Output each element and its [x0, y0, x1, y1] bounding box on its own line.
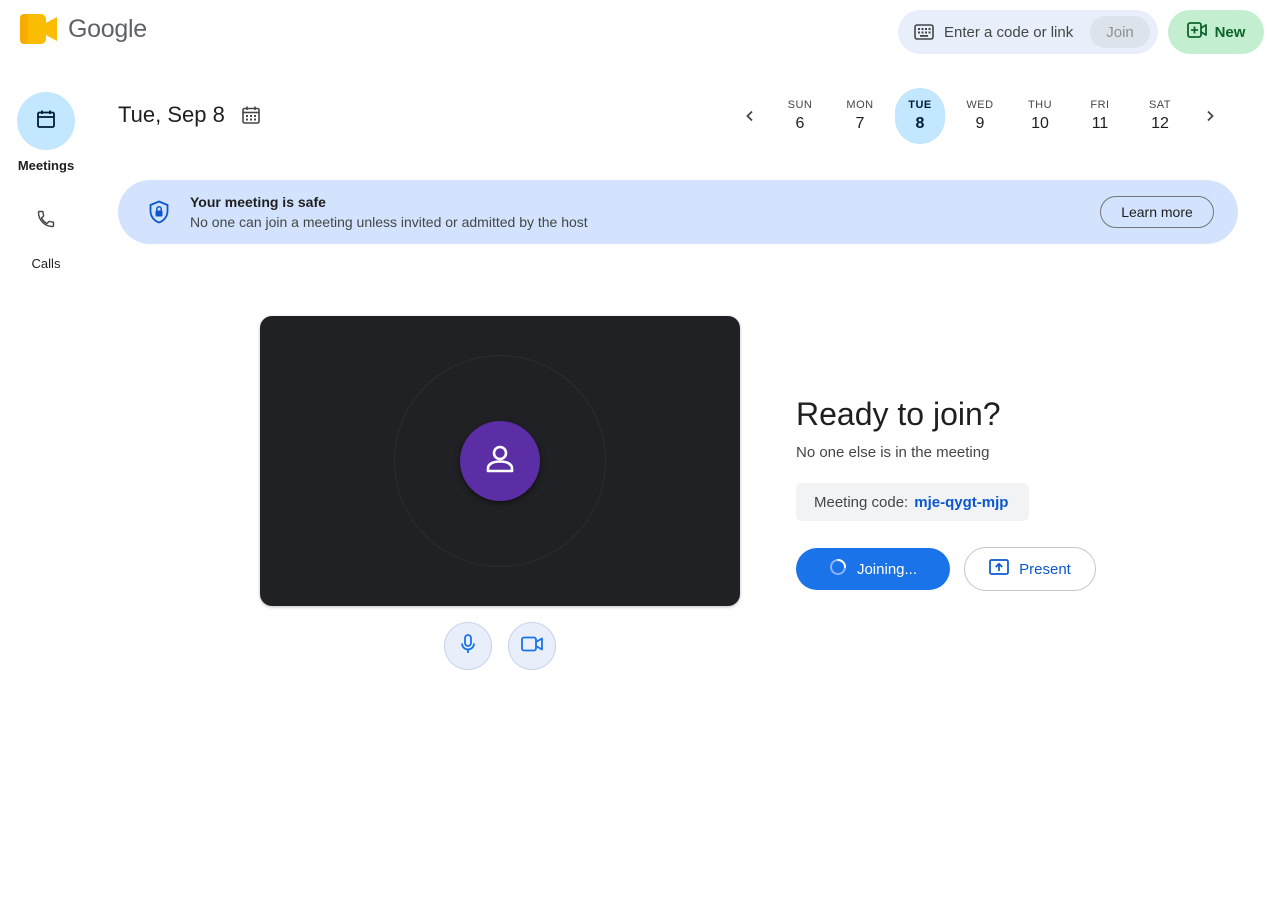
- joining-label: Joining...: [856, 560, 918, 578]
- join-button[interactable]: Join: [1090, 16, 1150, 48]
- chevron-left-icon: [746, 110, 753, 122]
- microphone-toggle-button[interactable]: [444, 622, 492, 670]
- microphone-icon: [459, 633, 477, 659]
- new-button-label: New: [1214, 23, 1246, 41]
- brand-text: Google: [68, 14, 147, 43]
- day-number: 11: [1091, 115, 1109, 132]
- day-thu[interactable]: THU 10: [1015, 88, 1065, 144]
- previous-week-button[interactable]: [730, 96, 770, 136]
- day-name: TUE: [908, 99, 932, 111]
- day-number: 7: [855, 115, 865, 132]
- phone-icon: [36, 209, 56, 234]
- rail-label-calls: Calls: [31, 256, 61, 271]
- google-meet-logo[interactable]: Google: [20, 14, 147, 44]
- video-preview: [260, 316, 740, 606]
- shield-lock-icon: [148, 200, 172, 224]
- day-name: SAT: [1148, 99, 1172, 111]
- avatar: [460, 421, 540, 501]
- keyboard-icon: [914, 22, 934, 42]
- meeting-code-value[interactable]: mje-qygt-mjp: [914, 494, 1008, 511]
- next-week-button[interactable]: [1190, 96, 1230, 136]
- day-name: THU: [1027, 99, 1053, 111]
- meeting-code-input[interactable]: [944, 23, 1084, 41]
- present-label: Present: [1019, 560, 1071, 578]
- rail-label-meetings: Meetings: [17, 158, 75, 173]
- day-sun[interactable]: SUN 6: [775, 88, 825, 144]
- day-sat[interactable]: SAT 12: [1135, 88, 1185, 144]
- day-name: FRI: [1090, 99, 1110, 111]
- current-date: Tue, Sep 8: [118, 102, 225, 127]
- rail-item-meetings[interactable]: Meetings: [0, 92, 92, 173]
- joining-button[interactable]: Joining...: [796, 548, 950, 590]
- meeting-code-label: Meeting code:: [814, 493, 909, 511]
- week-strip: SUN 6 MON 7 TUE 8 WED 9 THU 10 FRI 11 SA…: [730, 88, 1230, 144]
- day-number: 12: [1151, 115, 1169, 132]
- day-number: 10: [1031, 115, 1049, 132]
- person-icon: [483, 442, 517, 481]
- rail-item-calls[interactable]: Calls: [0, 192, 92, 271]
- rail-pill-meetings: [17, 92, 75, 150]
- banner-title: Your meeting is safe: [190, 194, 326, 210]
- day-name: SUN: [787, 99, 813, 111]
- safety-banner: Your meeting is safe No one can join a m…: [118, 180, 1238, 244]
- present-screen-icon: [989, 559, 1009, 579]
- join-bar: Join: [898, 10, 1158, 54]
- meeting-code-box: Meeting code: mje-qygt-mjp: [796, 483, 1029, 521]
- banner-text: Your meeting is safe No one can join a m…: [190, 194, 588, 230]
- new-meeting-button[interactable]: New: [1168, 10, 1264, 54]
- meet-home: Google Join New: [0, 0, 1280, 900]
- banner-subtitle: No one can join a meeting unless invited…: [190, 214, 588, 230]
- day-mon[interactable]: MON 7: [835, 88, 885, 144]
- camera-toggle-button[interactable]: [508, 622, 556, 670]
- day-number: 8: [915, 115, 925, 132]
- chevron-right-icon: [1207, 110, 1214, 122]
- date-picker-icon[interactable]: [241, 105, 261, 125]
- video-add-icon: [1186, 21, 1207, 43]
- meet-logo-icon: [20, 14, 58, 44]
- date-header: Tue, Sep 8: [118, 102, 261, 128]
- present-button[interactable]: Present: [964, 547, 1096, 591]
- loading-spinner-icon: [829, 558, 847, 580]
- day-wed[interactable]: WED 9: [955, 88, 1005, 144]
- calendar-icon: [36, 109, 56, 134]
- ready-to-join-title: Ready to join?: [796, 396, 1001, 432]
- video-camera-icon: [521, 636, 543, 657]
- day-number: 9: [975, 115, 985, 132]
- day-fri[interactable]: FRI 11: [1075, 88, 1125, 144]
- meeting-status-text: No one else is in the meeting: [796, 444, 990, 461]
- learn-more-button[interactable]: Learn more: [1100, 196, 1214, 228]
- day-number: 6: [795, 115, 805, 132]
- day-name: WED: [966, 99, 994, 111]
- rail-pill-calls: [17, 192, 75, 250]
- day-tue-selected[interactable]: TUE 8: [895, 88, 945, 144]
- day-name: MON: [846, 99, 874, 111]
